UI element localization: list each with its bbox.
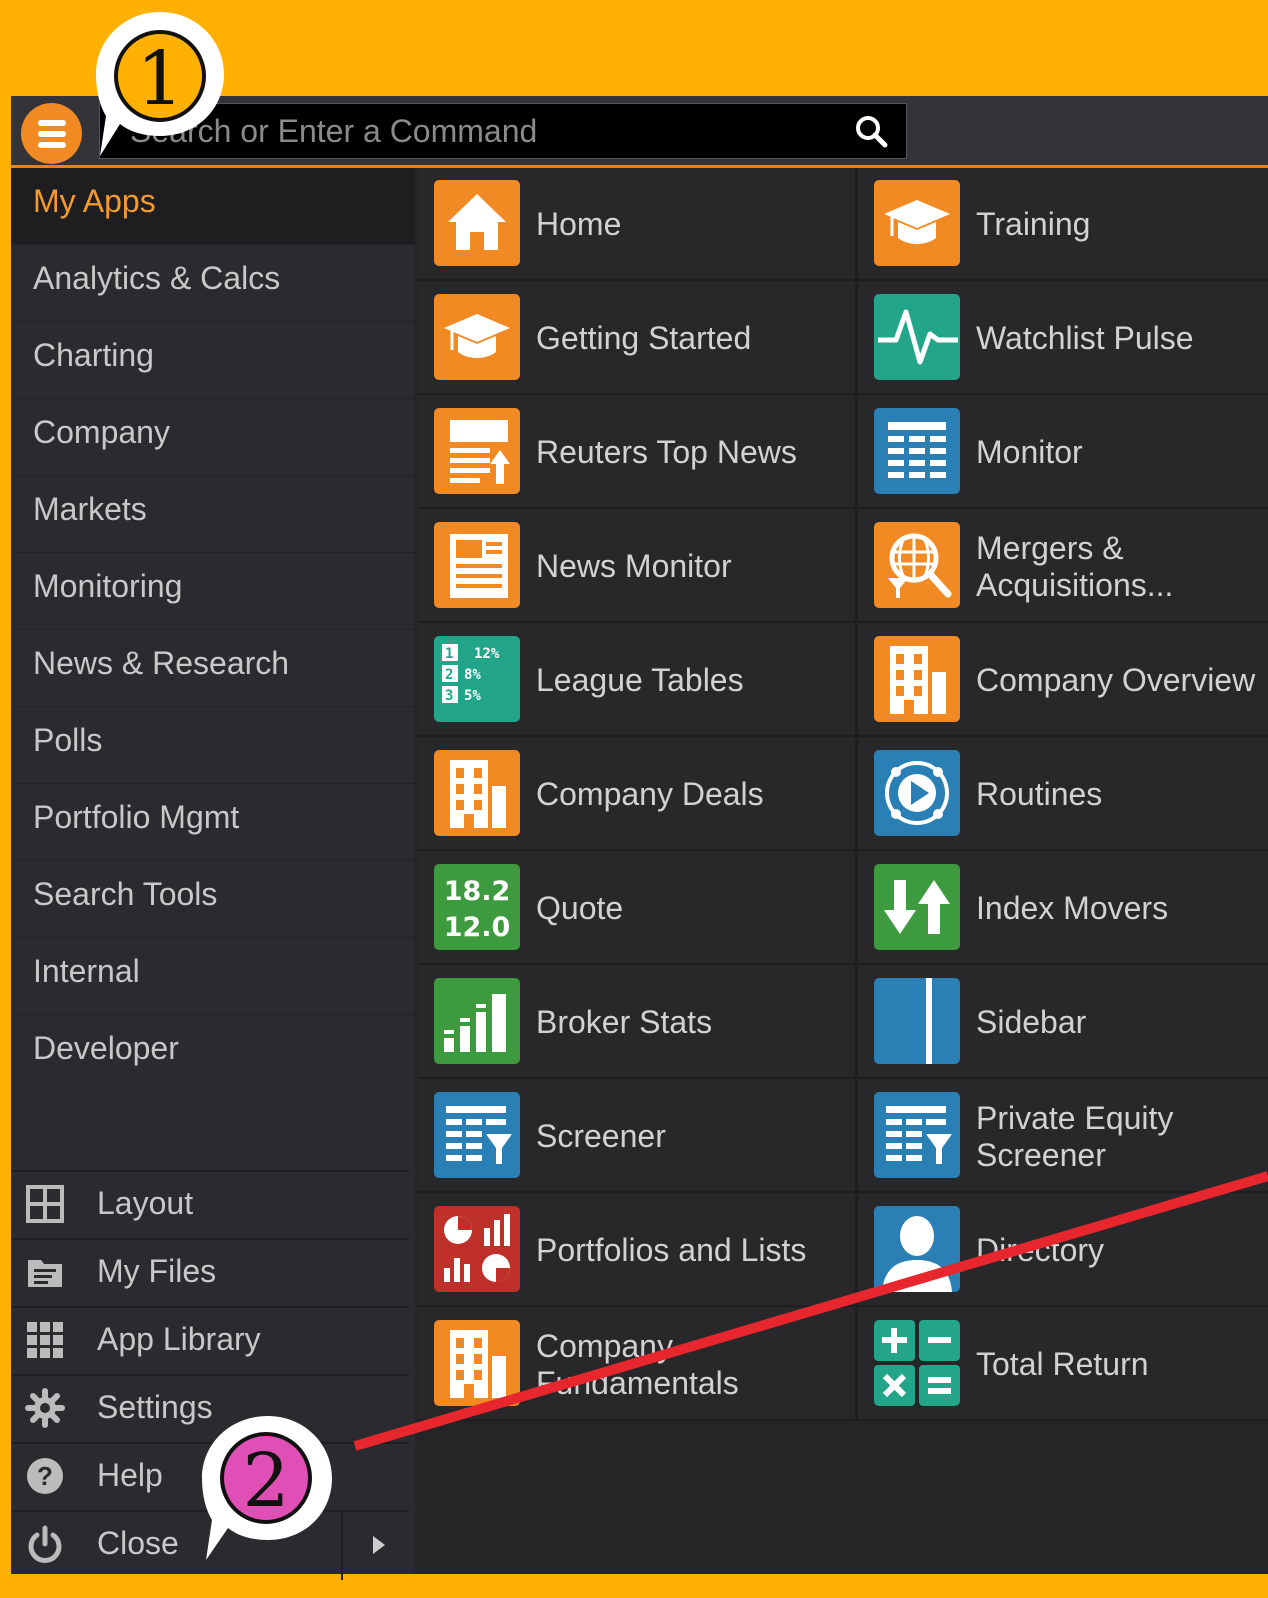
callout-bubble-2: 2	[196, 1412, 338, 1562]
callout-number-2: 2	[242, 1438, 289, 1524]
annotation-line	[353, 1171, 1268, 1451]
callout-number-1: 1	[136, 36, 183, 122]
callout-bubble-1: 1	[92, 8, 228, 158]
